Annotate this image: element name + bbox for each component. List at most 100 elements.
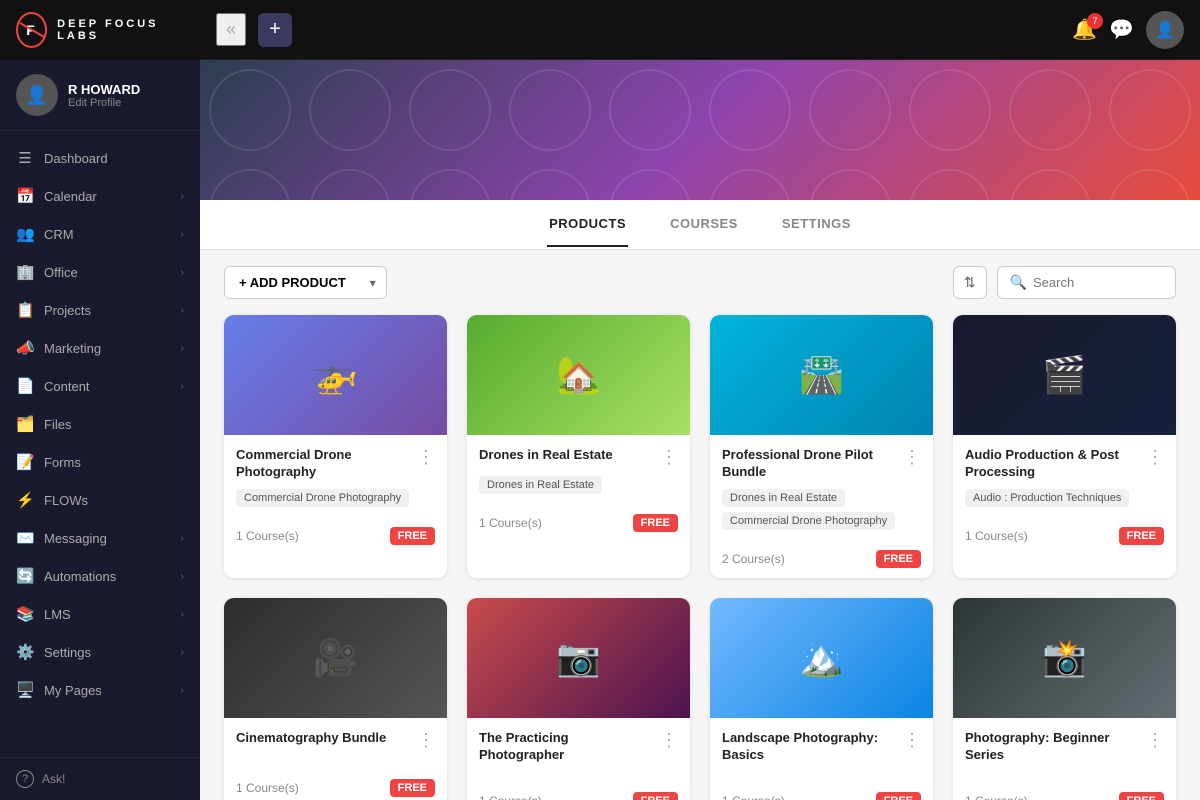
automations-icon: 🔄	[16, 567, 34, 585]
product-tags: Drones in Real EstateCommercial Drone Ph…	[722, 489, 921, 530]
messaging-label: Messaging	[44, 531, 107, 546]
product-title: Cinematography Bundle	[236, 730, 411, 747]
add-button[interactable]: +	[258, 13, 292, 47]
edit-profile-link[interactable]: Edit Profile	[68, 97, 140, 109]
product-card-cinematography: 🎥 Cinematography Bundle ⋮ 1 Course(s) FR…	[224, 598, 447, 800]
sidebar-item-projects[interactable]: 📋 Projects ›	[0, 291, 200, 329]
projects-icon: 📋	[16, 301, 34, 319]
product-menu-button[interactable]: ⋮	[1146, 447, 1164, 468]
product-title: Audio Production & Post Processing	[965, 447, 1140, 481]
product-footer: 2 Course(s) FREE	[710, 542, 933, 578]
nav-left: 🖥️ My Pages	[16, 681, 102, 699]
lms-icon: 📚	[16, 605, 34, 623]
search-input[interactable]	[1033, 275, 1163, 290]
collapse-sidebar-button[interactable]: «	[216, 13, 246, 46]
ask-button[interactable]: ? Ask!	[0, 757, 200, 800]
nav-left: ☰ Dashboard	[16, 149, 108, 167]
topbar: « + 🔔 7 💬 👤	[200, 0, 1200, 60]
products-grid: 🚁 Commercial Drone Photography ⋮ Commerc…	[200, 315, 1200, 800]
product-menu-button[interactable]: ⋮	[417, 447, 435, 468]
course-count: 2 Course(s)	[722, 552, 785, 566]
main-content: « + 🔔 7 💬 👤 PRODUCTS COURSES SETTINGS + AD…	[200, 0, 1200, 800]
product-title-row: The Practicing Photographer ⋮	[479, 730, 678, 764]
sidebar-item-lms[interactable]: 📚 LMS ›	[0, 595, 200, 633]
sidebar-item-calendar[interactable]: 📅 Calendar ›	[0, 177, 200, 215]
notifications-bell[interactable]: 🔔 7	[1072, 17, 1097, 42]
product-card-practicing-photographer: 📷 The Practicing Photographer ⋮ 1 Course…	[467, 598, 690, 800]
avatar: 👤	[16, 74, 58, 116]
notification-badge: 7	[1087, 13, 1103, 29]
sidebar-item-forms[interactable]: 📝 Forms	[0, 443, 200, 481]
price-badge: FREE	[633, 514, 678, 532]
tab-settings[interactable]: SETTINGS	[780, 202, 853, 247]
tab-courses[interactable]: COURSES	[668, 202, 740, 247]
sidebar: F DEEP FOCUS LABS 👤 R HOWARD Edit Profil…	[0, 0, 200, 800]
messages-icon[interactable]: 💬	[1109, 17, 1134, 42]
product-menu-button[interactable]: ⋮	[1146, 730, 1164, 751]
price-badge: FREE	[390, 527, 435, 545]
office-icon: 🏢	[16, 263, 34, 281]
add-product-dropdown-button[interactable]: ▾	[360, 268, 386, 298]
product-thumbnail: 🎥	[224, 598, 447, 718]
sidebar-item-office[interactable]: 🏢 Office ›	[0, 253, 200, 291]
product-card-commercial-drone: 🚁 Commercial Drone Photography ⋮ Commerc…	[224, 315, 447, 578]
user-profile[interactable]: 👤 R HOWARD Edit Profile	[0, 60, 200, 131]
nav-left: 📝 Forms	[16, 453, 81, 471]
sidebar-item-files[interactable]: 🗂️ Files	[0, 405, 200, 443]
product-menu-button[interactable]: ⋮	[903, 447, 921, 468]
sidebar-item-automations[interactable]: 🔄 Automations ›	[0, 557, 200, 595]
product-menu-button[interactable]: ⋮	[417, 730, 435, 751]
product-body: Cinematography Bundle ⋮	[224, 718, 447, 771]
sidebar-item-marketing[interactable]: 📣 Marketing ›	[0, 329, 200, 367]
tab-bar: PRODUCTS COURSES SETTINGS	[200, 200, 1200, 250]
product-title: Professional Drone Pilot Bundle	[722, 447, 897, 481]
sidebar-item-messaging[interactable]: ✉️ Messaging ›	[0, 519, 200, 557]
calendar-label: Calendar	[44, 189, 97, 204]
tab-products[interactable]: PRODUCTS	[547, 202, 628, 247]
product-tag: Commercial Drone Photography	[236, 489, 409, 507]
price-badge: FREE	[876, 550, 921, 568]
user-avatar[interactable]: 👤	[1146, 11, 1184, 49]
product-title-row: Professional Drone Pilot Bundle ⋮	[722, 447, 921, 481]
nav-left: 🗂️ Files	[16, 415, 71, 433]
nav-left: 📄 Content	[16, 377, 90, 395]
product-tag: Audio : Production Techniques	[965, 489, 1129, 507]
office-chevron: ›	[181, 267, 184, 278]
price-badge: FREE	[1119, 527, 1164, 545]
content-icon: 📄	[16, 377, 34, 395]
ask-icon: ?	[16, 770, 34, 788]
forms-icon: 📝	[16, 453, 34, 471]
sort-button[interactable]: ⇅	[953, 266, 987, 299]
add-product-button-group[interactable]: + ADD PRODUCT ▾	[224, 266, 387, 299]
product-footer: 1 Course(s) FREE	[953, 784, 1176, 800]
dashboard-label: Dashboard	[44, 151, 108, 166]
product-menu-button[interactable]: ⋮	[660, 730, 678, 751]
product-thumbnail: 🎬	[953, 315, 1176, 435]
sidebar-item-mypages[interactable]: 🖥️ My Pages ›	[0, 671, 200, 709]
product-tags: Commercial Drone Photography	[236, 489, 435, 507]
files-label: Files	[44, 417, 71, 432]
product-menu-button[interactable]: ⋮	[660, 447, 678, 468]
logo-icon: F	[16, 12, 47, 48]
sidebar-item-settings[interactable]: ⚙️ Settings ›	[0, 633, 200, 671]
mypages-chevron: ›	[181, 685, 184, 696]
price-badge: FREE	[1119, 792, 1164, 800]
automations-chevron: ›	[181, 571, 184, 582]
nav-left: 📋 Projects	[16, 301, 91, 319]
flows-icon: ⚡	[16, 491, 34, 509]
sidebar-item-crm[interactable]: 👥 CRM ›	[0, 215, 200, 253]
calendar-chevron: ›	[181, 191, 184, 202]
messaging-chevron: ›	[181, 533, 184, 544]
product-tag: Drones in Real Estate	[479, 476, 602, 494]
add-product-main-button[interactable]: + ADD PRODUCT	[225, 267, 360, 298]
product-title-row: Landscape Photography: Basics ⋮	[722, 730, 921, 764]
product-tag: Drones in Real Estate	[722, 489, 845, 507]
sidebar-item-dashboard[interactable]: ☰ Dashboard	[0, 139, 200, 177]
product-thumbnail: 🏔️	[710, 598, 933, 718]
product-menu-button[interactable]: ⋮	[903, 730, 921, 751]
product-footer: 1 Course(s) FREE	[710, 784, 933, 800]
product-thumbnail: 🛣️	[710, 315, 933, 435]
sidebar-item-content[interactable]: 📄 Content ›	[0, 367, 200, 405]
sidebar-item-flows[interactable]: ⚡ FLOWs	[0, 481, 200, 519]
nav-left: 📣 Marketing	[16, 339, 101, 357]
